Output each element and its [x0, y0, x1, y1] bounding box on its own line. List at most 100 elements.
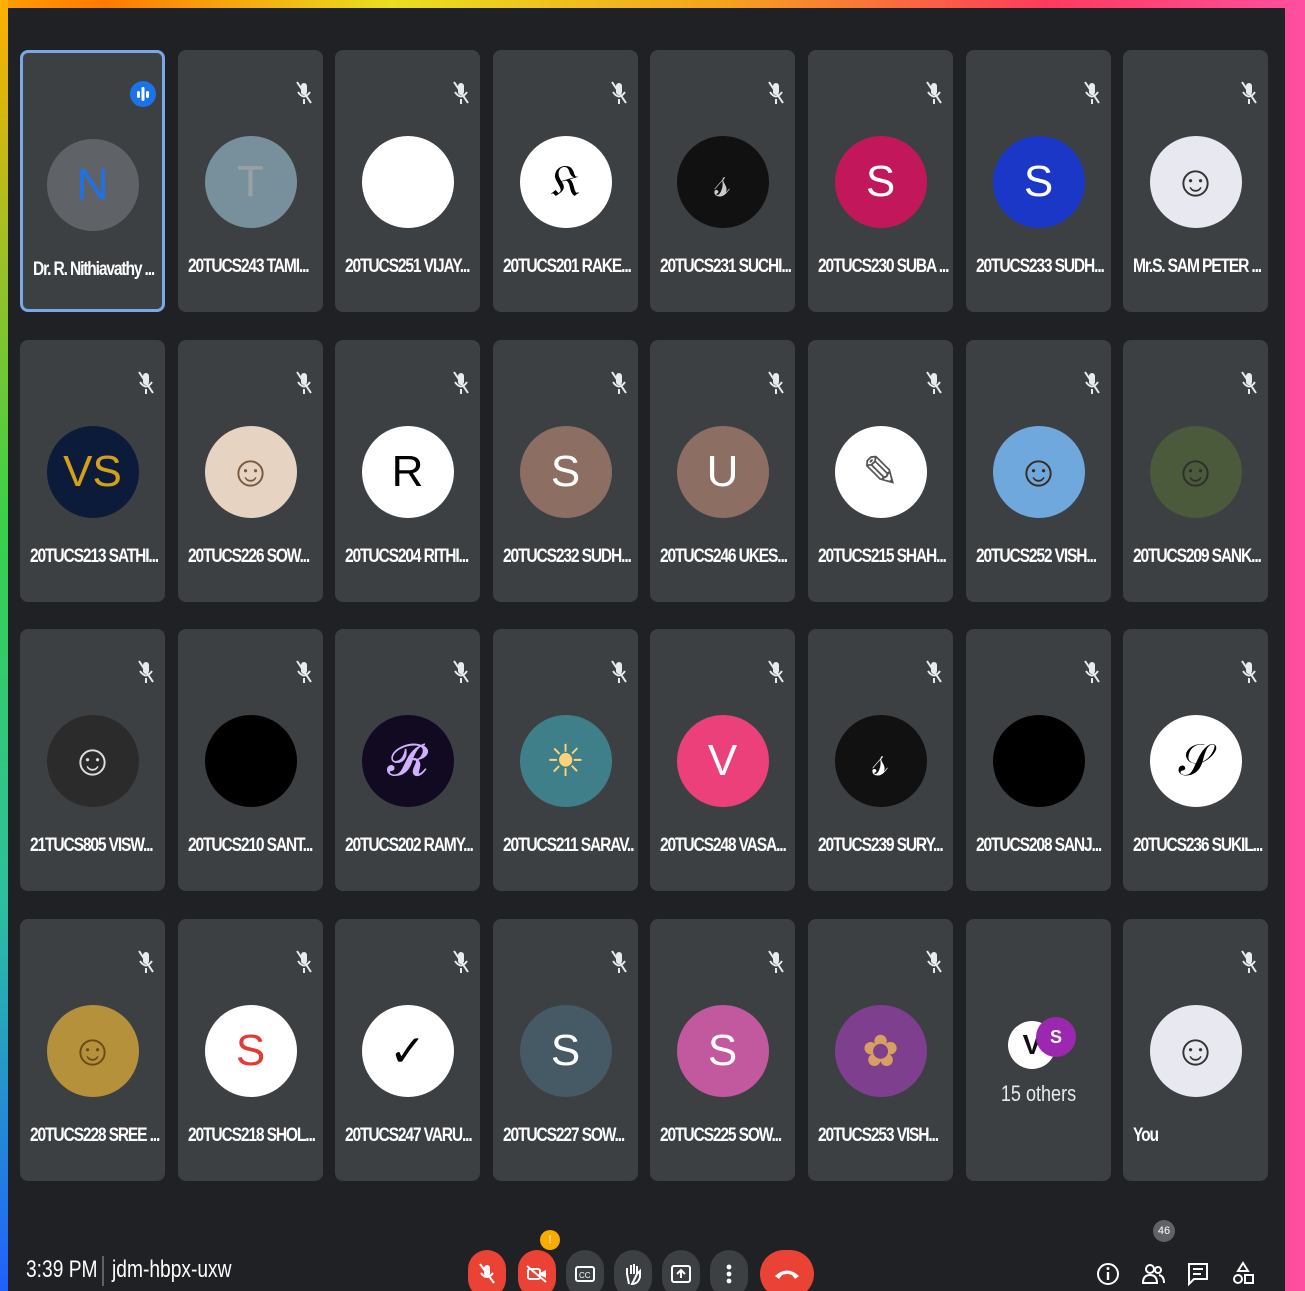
mic-muted-icon — [1240, 370, 1258, 396]
leave-call-button[interactable] — [760, 1250, 814, 1291]
participant-tile[interactable]: ✎ 20TUCS215 SHAH... — [808, 340, 953, 602]
participant-tile[interactable]: 𝒮 20TUCS236 SUKIL... — [1123, 629, 1268, 891]
people-count-badge: 46 — [1153, 1220, 1175, 1242]
mic-off-button[interactable] — [468, 1250, 506, 1291]
participant-tile[interactable]: ☺ Mr.S. SAM PETER ... — [1123, 50, 1268, 312]
participant-tile[interactable]: N Dr. R. Nithiavathy ... — [20, 50, 165, 312]
chat-button[interactable] — [1181, 1254, 1215, 1291]
avatar: VS — [46, 426, 139, 518]
mic-muted-icon — [1240, 80, 1258, 106]
mic-muted-icon — [452, 370, 470, 396]
participant-tile[interactable]: S 20TUCS233 SUDH... — [966, 50, 1111, 312]
captions-button[interactable]: CC — [566, 1250, 604, 1291]
people-button[interactable] — [1136, 1254, 1170, 1291]
avatar: ✓ — [361, 1005, 454, 1097]
participant-tile[interactable]: R 20TUCS204 RITHI... — [335, 340, 480, 602]
mic-muted-icon — [452, 659, 470, 685]
avatar: ☺ — [1149, 136, 1242, 228]
chat-icon — [1188, 1263, 1208, 1287]
participant-tile[interactable]: 𝓡 20TUCS202 RAMY... — [335, 629, 480, 891]
avatar: ☺ — [1149, 426, 1242, 518]
mic-muted-icon — [767, 659, 785, 685]
participant-name: 20TUCS209 SANK... — [1133, 546, 1262, 567]
avatar: 𝓈 — [834, 715, 927, 807]
camera-alert-badge: ! — [540, 1230, 560, 1250]
mic-muted-icon — [925, 80, 943, 106]
others-tile[interactable]: V S 15 others — [966, 919, 1111, 1181]
participant-tile[interactable]: ☺ 20TUCS209 SANK... — [1123, 340, 1268, 602]
avatar — [204, 715, 297, 807]
participant-tile[interactable]: ✿ 20TUCS253 VISH... — [808, 919, 953, 1181]
meeting-details-button[interactable] — [1091, 1254, 1125, 1291]
mic-muted-icon — [925, 370, 943, 396]
participant-tile[interactable]: 20TUCS210 SANT... — [178, 629, 323, 891]
meet-window: N Dr. R. Nithiavathy ... T 20TUCS243 TAMI..… — [8, 8, 1285, 1291]
mic-muted-icon — [1083, 80, 1101, 106]
more-options-button[interactable] — [710, 1250, 748, 1291]
participant-tile[interactable]: V 20TUCS248 VASA... — [650, 629, 795, 891]
avatar: ☺ — [46, 715, 139, 807]
participant-tile[interactable]: 20TUCS251 VIJAY... — [335, 50, 480, 312]
participant-name: 20TUCS218 SHOL... — [188, 1125, 316, 1146]
people-icon — [1141, 1264, 1165, 1284]
avatar: S — [992, 136, 1085, 228]
participant-tile[interactable]: 𝓈 20TUCS239 SURY... — [808, 629, 953, 891]
participant-tile[interactable]: 𝓈 20TUCS231 SUCHI... — [650, 50, 795, 312]
participant-tile[interactable]: VS 20TUCS213 SATHI... — [20, 340, 165, 602]
participant-name: Dr. R. Nithiavathy ... — [33, 259, 155, 280]
participant-tile[interactable]: ☺ 20TUCS226 SOW... — [178, 340, 323, 602]
avatar: S — [834, 136, 927, 228]
avatar: ✎ — [834, 426, 927, 518]
mic-muted-icon — [925, 659, 943, 685]
avatar: ☺ — [1149, 1005, 1242, 1097]
participant-name: 20TUCS227 SOW... — [503, 1125, 625, 1146]
participant-tile[interactable]: 20TUCS208 SANJ... — [966, 629, 1111, 891]
mic-muted-icon — [452, 949, 470, 975]
mic-muted-icon — [767, 949, 785, 975]
avatar: 𝓈 — [676, 136, 769, 228]
participant-tile[interactable]: S 20TUCS218 SHOL... — [178, 919, 323, 1181]
participant-name: 20TUCS239 SURY... — [818, 835, 944, 856]
screen-frame-left — [0, 0, 8, 1291]
participant-name: 20TUCS202 RAMY... — [345, 835, 474, 856]
participant-tile[interactable]: ☀ 20TUCS211 SARAV... — [493, 629, 638, 891]
meeting-code[interactable]: jdm-hbpx-uxw — [112, 1256, 232, 1284]
mic-muted-icon — [295, 659, 313, 685]
participant-name: 20TUCS230 SUBA ... — [818, 256, 949, 277]
mic-muted-icon — [610, 949, 628, 975]
mic-muted-icon — [1083, 659, 1101, 685]
avatar: V — [676, 715, 769, 807]
activities-button[interactable] — [1226, 1254, 1260, 1291]
participant-tile[interactable]: ☺ 20TUCS228 SREE ... — [20, 919, 165, 1181]
participant-tile[interactable]: S 20TUCS225 SOW... — [650, 919, 795, 1181]
participant-name: 20TUCS232 SUDH... — [503, 546, 632, 567]
self-tile[interactable]: ☺ You — [1123, 919, 1268, 1181]
raise-hand-button[interactable] — [614, 1250, 652, 1291]
mic-muted-icon — [767, 80, 785, 106]
mic-muted-icon — [767, 370, 785, 396]
participant-name: 20TUCS211 SARAV... — [503, 835, 635, 856]
mic-muted-icon — [1083, 370, 1101, 396]
mic-muted-icon — [137, 949, 155, 975]
participant-tile[interactable]: S 20TUCS227 SOW... — [493, 919, 638, 1181]
participant-tile[interactable]: ☺ 21TUCS805 VISW... — [20, 629, 165, 891]
participant-tile[interactable]: S 20TUCS232 SUDH... — [493, 340, 638, 602]
participant-tile[interactable]: S 20TUCS230 SUBA ... — [808, 50, 953, 312]
avatar: ☺ — [46, 1005, 139, 1097]
participant-name: 20TUCS233 SUDH... — [976, 256, 1105, 277]
participant-tile[interactable]: 𝔎 20TUCS201 RAKE... — [493, 50, 638, 312]
present-button[interactable] — [662, 1250, 700, 1291]
avatar: N — [46, 139, 139, 231]
participant-tile[interactable]: ☺ 20TUCS252 VISH... — [966, 340, 1111, 602]
participant-name: 20TUCS253 VISH... — [818, 1125, 939, 1146]
participant-tile[interactable]: T 20TUCS243 TAMI... — [178, 50, 323, 312]
participant-name: You — [1133, 1125, 1159, 1146]
svg-text:CC: CC — [579, 1271, 591, 1280]
participant-name: 20TUCS226 SOW... — [188, 546, 310, 567]
mic-muted-icon — [610, 370, 628, 396]
participant-tile[interactable]: U 20TUCS246 UKES... — [650, 340, 795, 602]
avatar: S — [519, 1005, 612, 1097]
hand-icon — [626, 1264, 641, 1286]
camera-off-button[interactable] — [518, 1250, 556, 1291]
participant-tile[interactable]: ✓ 20TUCS247 VARU... — [335, 919, 480, 1181]
